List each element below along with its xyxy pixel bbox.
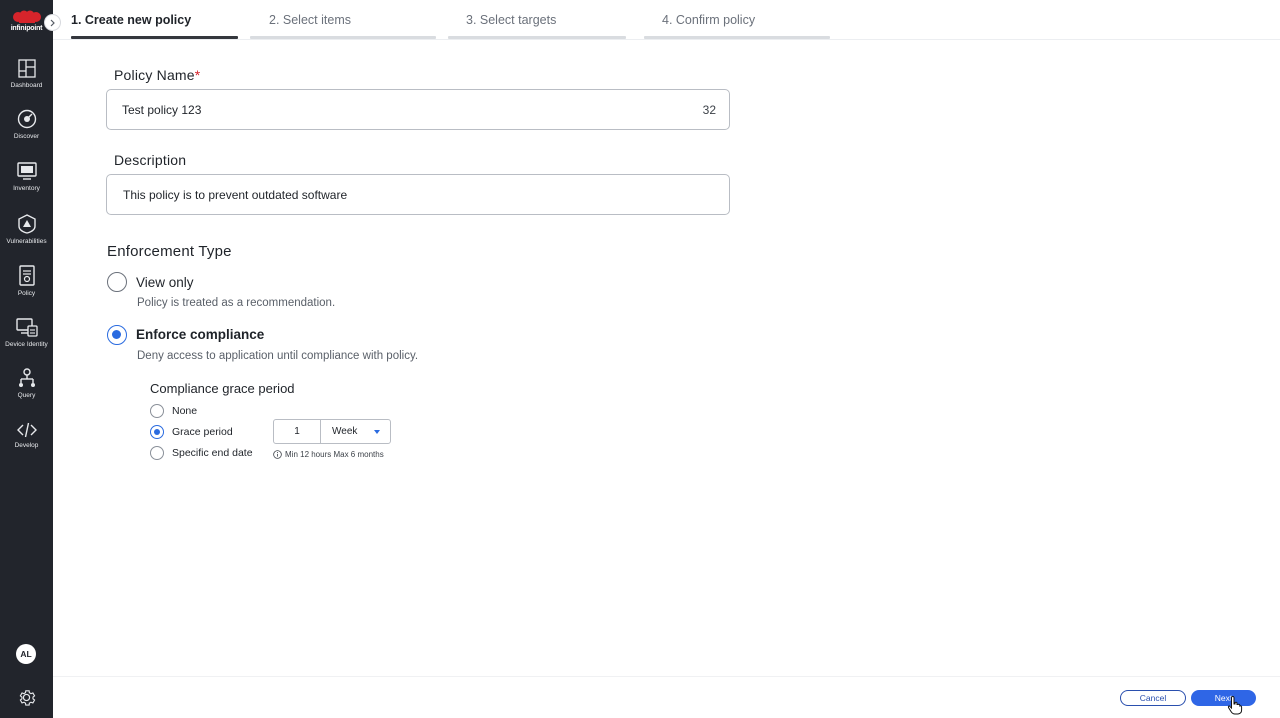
step-select-targets[interactable]: 3. Select targets <box>448 0 626 39</box>
inventory-icon <box>16 162 37 180</box>
description-label: Description <box>114 152 187 168</box>
warning-shield-icon <box>17 214 36 234</box>
settings-button[interactable] <box>16 687 37 708</box>
sidebar-item-label: Vulnerabilities <box>6 238 47 245</box>
sidebar-item-label: Discover <box>13 133 40 140</box>
policy-name-label-text: Policy Name <box>114 67 195 83</box>
enforce-compliance-radio[interactable] <box>107 325 127 345</box>
view-only-label[interactable]: View only <box>136 275 194 290</box>
info-icon <box>273 450 282 459</box>
cancel-button[interactable]: Cancel <box>1120 690 1186 706</box>
description-input[interactable]: This policy is to prevent outdated softw… <box>106 174 730 215</box>
code-icon <box>16 422 37 438</box>
view-only-description: Policy is treated as a recommendation. <box>137 297 336 309</box>
sidebar-item-policy[interactable]: Policy <box>0 265 53 297</box>
policy-name-label: Policy Name* <box>114 67 200 83</box>
step-progress-bar <box>71 36 238 39</box>
character-counter: 32 <box>702 103 716 117</box>
policy-name-input[interactable]: Test policy 123 32 <box>106 89 730 130</box>
sidebar-item-label: Inventory <box>13 185 40 192</box>
enforce-compliance-label[interactable]: Enforce compliance <box>136 327 264 342</box>
enforcement-type-title: Enforcement Type <box>107 243 232 260</box>
footer-divider <box>53 676 1280 677</box>
step-progress-bar <box>448 36 626 39</box>
step-progress-bar <box>644 36 830 39</box>
required-mark: * <box>194 67 201 83</box>
specific-end-date-radio[interactable] <box>150 446 164 460</box>
caret-down-icon[interactable] <box>374 430 380 434</box>
sidebar-item-label: Dashboard <box>10 82 43 89</box>
step-label: 2. Select items <box>269 13 351 27</box>
step-select-items[interactable]: 2. Select items <box>250 0 436 39</box>
sidebar-item-label: Develop <box>14 442 39 449</box>
grace-unit-select[interactable]: Week <box>332 420 357 443</box>
sidebar-item-develop[interactable]: Develop <box>0 422 53 449</box>
sidebar-item-discover[interactable]: Discover <box>0 109 53 140</box>
view-only-radio[interactable] <box>107 272 127 292</box>
enforce-compliance-description: Deny access to application until complia… <box>137 350 419 362</box>
description-value: This policy is to prevent outdated softw… <box>123 188 348 202</box>
grace-period-label[interactable]: Grace period <box>172 426 233 438</box>
grace-period-hint-text: Min 12 hours Max 6 months <box>285 450 384 459</box>
sidebar-expand-button[interactable] <box>44 14 61 31</box>
specific-end-date-label[interactable]: Specific end date <box>172 447 253 459</box>
next-button[interactable]: Next <box>1191 690 1256 706</box>
grace-none-radio[interactable] <box>150 404 164 418</box>
sidebar-item-label: Device Identity <box>5 341 48 348</box>
grace-none-label[interactable]: None <box>172 405 197 417</box>
step-progress-bar <box>250 36 436 39</box>
grace-amount-input[interactable]: 1 <box>274 420 321 443</box>
grace-period-radio[interactable] <box>150 425 164 439</box>
dashboard-icon <box>17 59 36 78</box>
chevron-right-icon <box>50 19 55 26</box>
sidebar: infinipoint Dashboard Discover Inventory <box>0 0 53 718</box>
logo-mark-icon <box>12 10 41 23</box>
wizard-steps: 1. Create new policy 2. Select items 3. … <box>53 0 1280 40</box>
device-identity-icon <box>15 318 38 337</box>
discover-icon <box>17 109 36 129</box>
sidebar-item-label: Query <box>17 392 36 399</box>
step-label: 4. Confirm policy <box>662 13 756 27</box>
sidebar-item-label: Policy <box>17 290 36 297</box>
step-label: 3. Select targets <box>466 13 557 27</box>
hand-cursor-icon <box>1227 695 1243 715</box>
grace-period-hint: Min 12 hours Max 6 months <box>273 450 384 459</box>
sidebar-item-dashboard[interactable]: Dashboard <box>0 59 53 89</box>
step-label: 1. Create new policy <box>71 13 192 27</box>
policy-document-icon <box>18 265 35 286</box>
step-confirm-policy[interactable]: 4. Confirm policy <box>644 0 830 39</box>
query-hierarchy-icon <box>18 368 35 387</box>
sidebar-item-vulnerabilities[interactable]: Vulnerabilities <box>0 214 53 245</box>
gear-icon <box>19 690 36 706</box>
user-avatar[interactable]: AL <box>16 644 36 664</box>
grace-period-control: 1 Week <box>273 419 391 444</box>
step-create-policy[interactable]: 1. Create new policy <box>71 0 238 39</box>
policy-name-value: Test policy 123 <box>122 103 202 117</box>
grace-period-title: Compliance grace period <box>150 381 295 396</box>
sidebar-item-query[interactable]: Query <box>0 368 53 399</box>
sidebar-item-device-identity[interactable]: Device Identity <box>0 318 53 348</box>
sidebar-item-inventory[interactable]: Inventory <box>0 162 53 192</box>
